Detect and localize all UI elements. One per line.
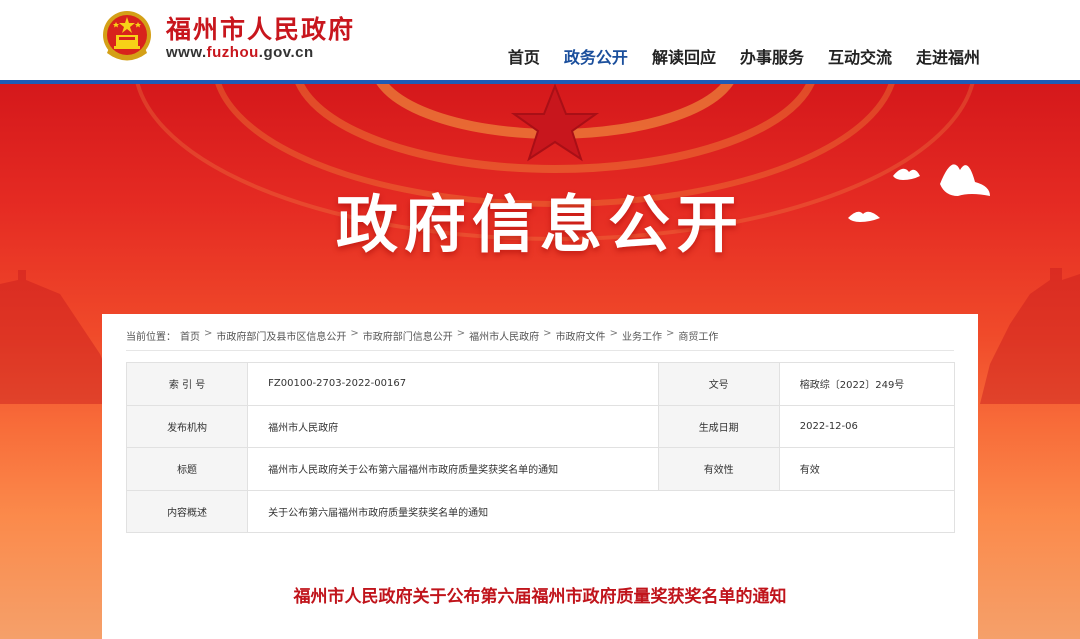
breadcrumb-separator: > bbox=[609, 328, 618, 339]
breadcrumb-divider bbox=[126, 350, 954, 351]
breadcrumb-separator: > bbox=[204, 328, 213, 339]
breadcrumb-separator: > bbox=[456, 328, 466, 339]
summary-value: 关于公布第六届福州市政府质量奖获奖名单的通知 bbox=[247, 489, 955, 533]
publisher-value: 福州市人民政府 bbox=[247, 404, 659, 448]
breadcrumb-prefix: 当前位置： bbox=[126, 332, 176, 343]
publisher-label: 发布机构 bbox=[125, 404, 249, 448]
nav-item-about-fuzhou[interactable]: 走进福州 bbox=[916, 44, 980, 68]
validity-value: 有效 bbox=[778, 447, 956, 491]
breadcrumb-item-business[interactable]: 业务工作 bbox=[622, 328, 662, 343]
breadcrumb-separator: > bbox=[665, 328, 675, 339]
breadcrumb-separator: > bbox=[543, 328, 552, 339]
document-number-label: 文号 bbox=[657, 362, 780, 406]
table-row: 内容概述 关于公布第六届福州市政府质量奖获奖名单的通知 bbox=[125, 489, 955, 533]
site-name[interactable]: 福州市人民政府 bbox=[166, 10, 355, 46]
main-nav: 首页 政务公开 解读回应 办事服务 互动交流 走进福州 bbox=[508, 44, 980, 68]
banner-title: 政府信息公开 bbox=[335, 188, 744, 261]
summary-label: 内容概述 bbox=[125, 489, 249, 533]
document-number-value: 榕政综〔2022〕249号 bbox=[778, 362, 956, 406]
nav-item-interaction[interactable]: 互动交流 bbox=[828, 44, 892, 68]
site-url-highlight: fuzhou bbox=[206, 44, 259, 61]
document-title: 福州市人民政府关于公布第六届福州市政府质量奖获奖名单的通知 bbox=[293, 587, 787, 607]
site-url[interactable]: www.fuzhou.gov.cn bbox=[166, 44, 314, 61]
breadcrumb-item-county-info[interactable]: 市政府部门及县市区信息公开 bbox=[216, 328, 346, 343]
site-url-prefix: www. bbox=[166, 44, 207, 61]
title-label: 标题 bbox=[125, 447, 249, 491]
breadcrumb-item-commerce[interactable]: 商贸工作 bbox=[678, 328, 718, 343]
breadcrumb-item-home[interactable]: 首页 bbox=[180, 328, 200, 343]
index-number-value: FZ00100-2703-2022-00167 bbox=[247, 362, 659, 406]
nav-item-services[interactable]: 办事服务 bbox=[740, 44, 804, 68]
created-date-label: 生成日期 bbox=[657, 404, 780, 448]
national-emblem-icon[interactable] bbox=[101, 8, 153, 64]
star-icon bbox=[510, 84, 600, 162]
site-url-suffix: .gov.cn bbox=[258, 44, 314, 61]
breadcrumb: 当前位置： 首页 > 市政府部门及县市区信息公开 > 市政府部门信息公开 > 福… bbox=[126, 328, 718, 343]
nav-item-government-affairs[interactable]: 政务公开 bbox=[564, 44, 628, 68]
table-row: 索 引 号 FZ00100-2703-2022-00167 文号 榕政综〔202… bbox=[125, 362, 956, 406]
breadcrumb-item-documents[interactable]: 市政府文件 bbox=[556, 328, 606, 343]
breadcrumb-separator: > bbox=[350, 328, 359, 339]
created-date-value: 2022-12-06 bbox=[778, 404, 956, 448]
info-table: 索 引 号 FZ00100-2703-2022-00167 文号 榕政综〔202… bbox=[125, 362, 956, 533]
table-row: 标题 福州市人民政府关于公布第六届福州市政府质量奖获奖名单的通知 有效性 有效 bbox=[125, 447, 956, 491]
index-number-label: 索 引 号 bbox=[125, 362, 249, 406]
breadcrumb-item-department-info[interactable]: 市政府部门信息公开 bbox=[363, 328, 453, 343]
site-header: 福州市人民政府 www.fuzhou.gov.cn 首页 政务公开 解读回应 办… bbox=[0, 0, 1080, 84]
breadcrumb-item-government[interactable]: 福州市人民政府 bbox=[469, 328, 539, 343]
title-value: 福州市人民政府关于公布第六届福州市政府质量奖获奖名单的通知 bbox=[247, 447, 659, 491]
nav-item-home[interactable]: 首页 bbox=[508, 44, 540, 68]
table-row: 发布机构 福州市人民政府 生成日期 2022-12-06 bbox=[125, 404, 956, 448]
validity-label: 有效性 bbox=[657, 447, 780, 491]
nav-item-interpretation[interactable]: 解读回应 bbox=[652, 44, 716, 68]
content-card: 当前位置： 首页 > 市政府部门及县市区信息公开 > 市政府部门信息公开 > 福… bbox=[102, 314, 978, 639]
